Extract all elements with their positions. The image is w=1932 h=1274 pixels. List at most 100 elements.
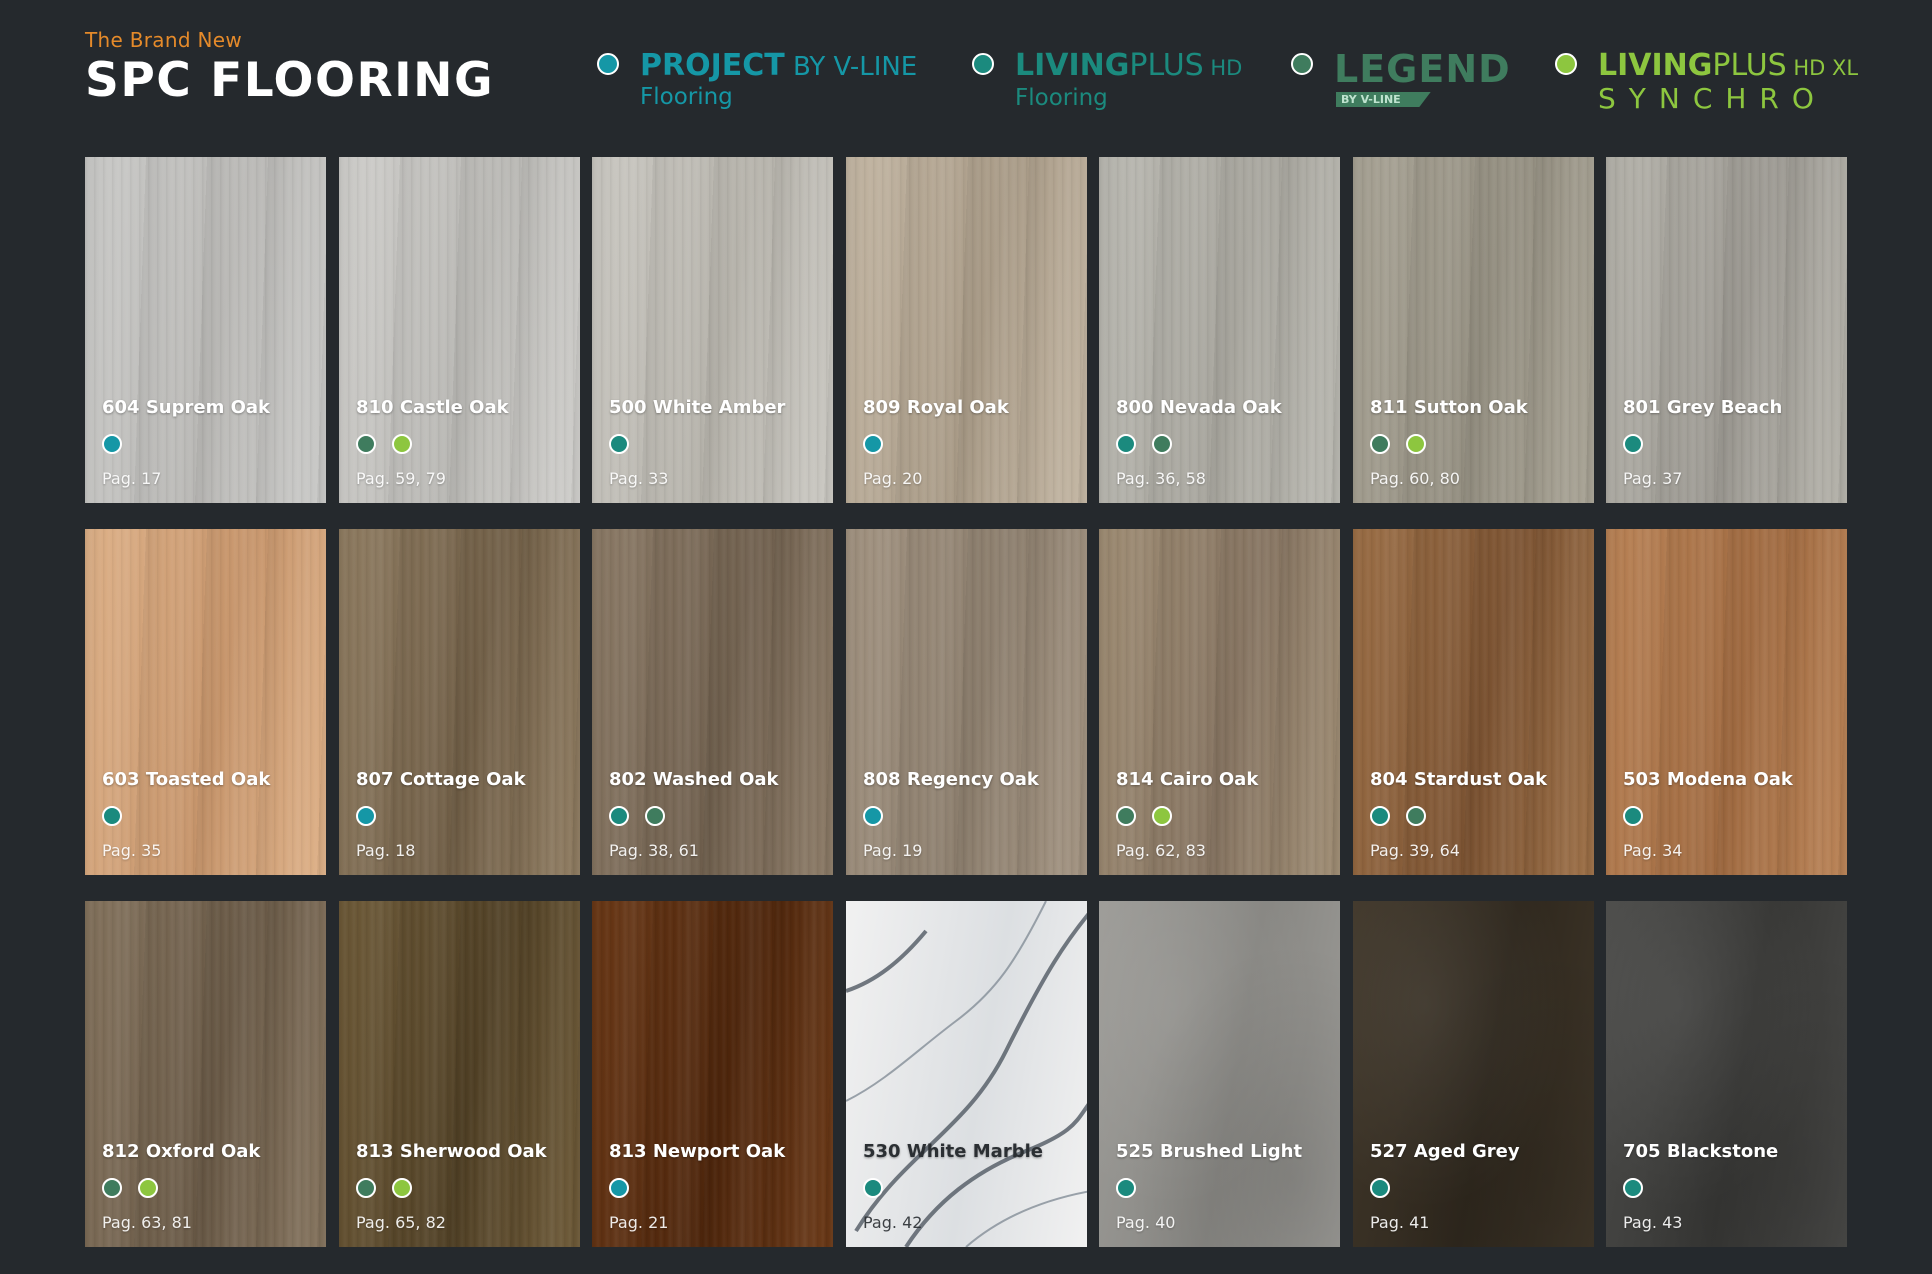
collection-dots <box>102 434 138 456</box>
product-tile[interactable]: 813 Sherwood Oak Pag. 65, 82 <box>339 901 580 1247</box>
collection-dot-icon <box>102 806 122 826</box>
legend-project-name: PROJECT <box>640 48 785 83</box>
collection-dots <box>1623 434 1659 456</box>
collection-dots <box>356 434 428 456</box>
product-tile[interactable]: 808 Regency Oak Pag. 19 <box>846 529 1087 875</box>
legend-project-suffix: BY V-LINE <box>784 52 918 82</box>
page-reference: Pag. 65, 82 <box>356 1213 446 1232</box>
product-name: 525 Brushed Light <box>1116 1141 1303 1162</box>
collection-dot-icon <box>645 806 665 826</box>
collection-dots <box>863 806 899 828</box>
product-tile[interactable]: 802 Washed Oak Pag. 38, 61 <box>592 529 833 875</box>
product-name: 809 Royal Oak <box>863 397 1009 418</box>
product-tile[interactable]: 530 White Marble Pag. 42 <box>846 901 1087 1247</box>
product-tile[interactable]: 705 Blackstone Pag. 43 <box>1606 901 1847 1247</box>
product-tile[interactable]: 804 Stardust Oak Pag. 39, 64 <box>1353 529 1594 875</box>
product-name: 705 Blackstone <box>1623 1141 1779 1162</box>
collection-dot-icon <box>356 434 376 454</box>
product-tile[interactable]: 807 Cottage Oak Pag. 18 <box>339 529 580 875</box>
collection-dots <box>1623 806 1659 828</box>
legend-legend-name: LEGEND <box>1334 47 1511 91</box>
collection-dots <box>863 1178 899 1200</box>
page-title: SPC FLOORING <box>85 53 495 108</box>
product-tile[interactable]: 604 Suprem Oak Pag. 17 <box>85 157 326 503</box>
collection-dots <box>863 434 899 456</box>
collection-dot-icon <box>1623 806 1643 826</box>
legend-livingplus-hd-sub: Flooring <box>1015 85 1108 111</box>
collection-dot-icon <box>102 434 122 454</box>
product-name: 527 Aged Grey <box>1370 1141 1520 1162</box>
product-tile[interactable]: 525 Brushed Light Pag. 40 <box>1099 901 1340 1247</box>
product-tile[interactable]: 527 Aged Grey Pag. 41 <box>1353 901 1594 1247</box>
page-reference: Pag. 38, 61 <box>609 841 699 860</box>
product-tile[interactable]: 801 Grey Beach Pag. 37 <box>1606 157 1847 503</box>
page-reference: Pag. 59, 79 <box>356 469 446 488</box>
collection-dots <box>609 434 645 456</box>
legend-livingplus-hd-plus: PLUS <box>1129 48 1204 83</box>
legend-livingplus-hd-name: LIVING <box>1015 48 1130 83</box>
product-name: 503 Modena Oak <box>1623 769 1793 790</box>
collection-dot-icon <box>863 1178 883 1198</box>
product-name: 604 Suprem Oak <box>102 397 271 418</box>
product-name: 801 Grey Beach <box>1623 397 1783 418</box>
page-reference: Pag. 19 <box>863 841 923 860</box>
page-reference: Pag. 60, 80 <box>1370 469 1460 488</box>
product-name: 813 Newport Oak <box>609 1141 786 1162</box>
collection-dots <box>609 806 681 828</box>
livingplus-xl-dot-icon <box>1555 53 1577 75</box>
collection-dot-icon <box>863 806 883 826</box>
product-name: 500 White Amber <box>609 397 786 418</box>
page-reference: Pag. 33 <box>609 469 669 488</box>
product-tile[interactable]: 809 Royal Oak Pag. 20 <box>846 157 1087 503</box>
collection-dot-icon <box>609 806 629 826</box>
collection-dots <box>356 1178 428 1200</box>
legend-livingplus-xl-hdxl: HD XL <box>1786 56 1859 80</box>
collection-dot-icon <box>1370 806 1390 826</box>
product-name: 814 Cairo Oak <box>1116 769 1259 790</box>
collection-dot-icon <box>1406 806 1426 826</box>
collection-dot-icon <box>1370 434 1390 454</box>
product-name: 800 Nevada Oak <box>1116 397 1282 418</box>
collection-dot-icon <box>1116 806 1136 826</box>
product-tile[interactable]: 503 Modena Oak Pag. 34 <box>1606 529 1847 875</box>
legend-badge: BY V-LINE <box>1336 92 1431 107</box>
page-reference: Pag. 17 <box>102 469 162 488</box>
product-name: 812 Oxford Oak <box>102 1141 261 1162</box>
page-reference: Pag. 39, 64 <box>1370 841 1460 860</box>
collection-dot-icon <box>1370 1178 1390 1198</box>
collection-dot-icon <box>1406 434 1426 454</box>
collection-dot-icon <box>1152 806 1172 826</box>
brand-block: The Brand New SPC FLOORING <box>85 28 494 108</box>
legend-livingplus-xl-sub: SYNCHRO <box>1598 82 1827 115</box>
collection-dots <box>609 1178 645 1200</box>
product-name: 804 Stardust Oak <box>1370 769 1548 790</box>
collection-dots <box>1116 806 1188 828</box>
product-tile[interactable]: 603 Toasted Oak Pag. 35 <box>85 529 326 875</box>
legend-livingplus-xl-name: LIVING <box>1598 48 1713 83</box>
product-tile[interactable]: 500 White Amber Pag. 33 <box>592 157 833 503</box>
project-dot-icon <box>597 53 619 75</box>
product-tile[interactable]: 800 Nevada Oak Pag. 36, 58 <box>1099 157 1340 503</box>
collection-dot-icon <box>863 434 883 454</box>
legend-livingplus-xl-plus: PLUS <box>1712 48 1787 83</box>
product-name: 807 Cottage Oak <box>356 769 526 790</box>
product-tile[interactable]: 811 Sutton Oak Pag. 60, 80 <box>1353 157 1594 503</box>
product-tile[interactable]: 812 Oxford Oak Pag. 63, 81 <box>85 901 326 1247</box>
page-reference: Pag. 20 <box>863 469 923 488</box>
collection-dot-icon <box>609 1178 629 1198</box>
page-reference: Pag. 18 <box>356 841 416 860</box>
brand-subtitle: The Brand New <box>85 28 243 52</box>
page-reference: Pag. 63, 81 <box>102 1213 192 1232</box>
collection-dot-icon <box>102 1178 122 1198</box>
page-reference: Pag. 36, 58 <box>1116 469 1206 488</box>
product-tile[interactable]: 810 Castle Oak Pag. 59, 79 <box>339 157 580 503</box>
product-tile[interactable]: 813 Newport Oak Pag. 21 <box>592 901 833 1247</box>
page-reference: Pag. 37 <box>1623 469 1683 488</box>
product-tile[interactable]: 814 Cairo Oak Pag. 62, 83 <box>1099 529 1340 875</box>
collection-dots <box>1370 1178 1406 1200</box>
collection-dot-icon <box>1116 434 1136 454</box>
product-grid: 604 Suprem Oak Pag. 17 810 Castle Oak Pag. … <box>85 157 1850 1247</box>
page-reference: Pag. 62, 83 <box>1116 841 1206 860</box>
collection-dot-icon <box>138 1178 158 1198</box>
collection-dot-icon <box>609 434 629 454</box>
